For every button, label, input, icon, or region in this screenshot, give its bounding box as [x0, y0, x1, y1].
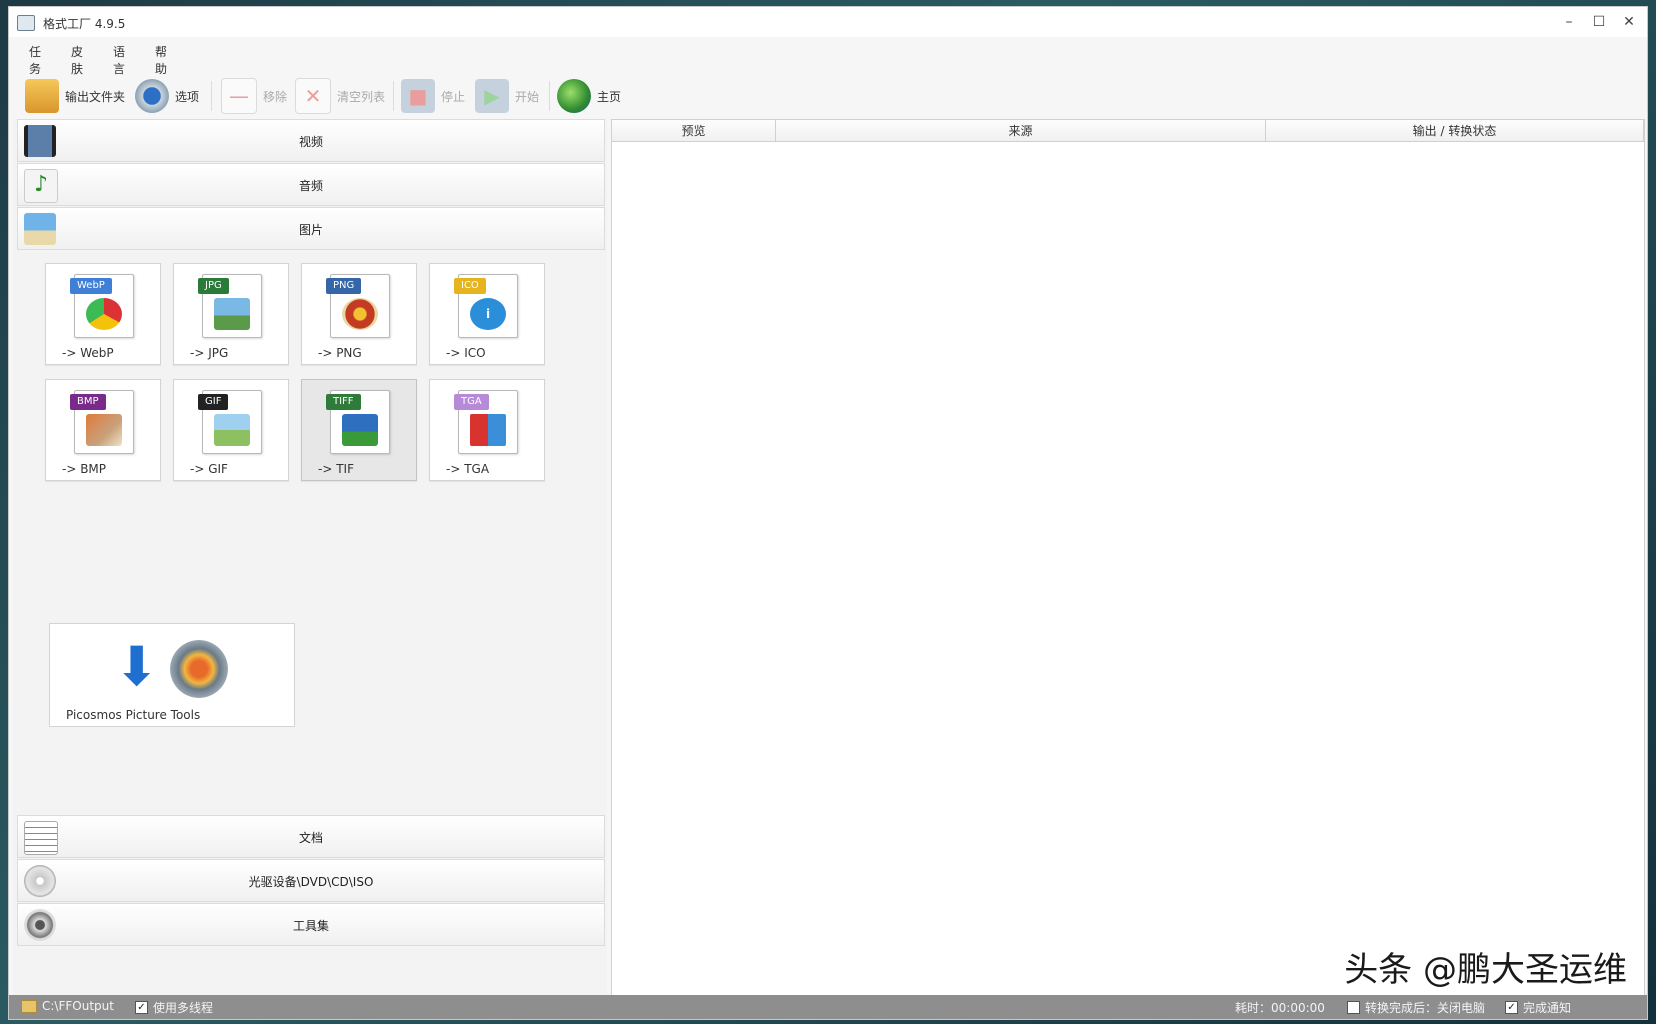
clear-list-icon: ✕: [295, 78, 331, 114]
convert-tif-tile[interactable]: TIFF -> TIF: [301, 379, 417, 481]
start-button[interactable]: ▶ 开始: [475, 77, 539, 115]
column-preview[interactable]: 预览: [612, 120, 776, 142]
folder-icon: [21, 999, 37, 1013]
picosmos-picture-tools-tile[interactable]: ⬇ Picosmos Picture Tools: [49, 623, 295, 727]
landscape-icon: [214, 414, 250, 446]
category-image[interactable]: 图片: [17, 207, 605, 250]
tga-badge: TGA: [454, 394, 489, 410]
tiff-badge: TIFF: [326, 394, 361, 410]
jpg-badge: JPG: [198, 278, 229, 294]
app-icon: [17, 15, 35, 31]
ico-badge: ICO: [454, 278, 486, 294]
convert-webp-tile[interactable]: WebP -> WebP: [45, 263, 161, 365]
webp-badge: WebP: [70, 278, 112, 294]
info-icon: i: [470, 298, 506, 330]
task-list[interactable]: 预览 来源 输出 / 转换状态: [611, 119, 1645, 997]
toolbar: 输出文件夹 选项 — 移除 ✕ 清空列表 ■ 停止 ▶ 开始 主页: [9, 71, 1647, 123]
gear-icon: [170, 640, 228, 698]
category-audio[interactable]: ♪ 音频: [17, 163, 605, 206]
convert-ico-tile[interactable]: ICO i -> ICO: [429, 263, 545, 365]
category-disc[interactable]: 光驱设备\DVD\CD\ISO: [17, 859, 605, 902]
multithread-toggle[interactable]: ✓ 使用多线程: [135, 999, 213, 1016]
elapsed-time: 耗时：00:00:00: [1235, 1001, 1325, 1015]
folder-icon: [25, 79, 59, 113]
window-title: 格式工厂 4.9.5: [43, 17, 126, 31]
download-arrow-icon: ⬇: [114, 635, 160, 698]
landscape-icon: [214, 298, 250, 330]
output-folder-button[interactable]: 输出文件夹: [25, 77, 125, 115]
stop-icon: ■: [401, 79, 435, 113]
convert-tga-tile[interactable]: TGA -> TGA: [429, 379, 545, 481]
shapes-icon: [470, 414, 506, 446]
convert-bmp-tile[interactable]: BMP -> BMP: [45, 379, 161, 481]
status-bar: C:\FFOutput ✓ 使用多线程 耗时：00:00:00 转换完成后：关闭…: [9, 995, 1647, 1019]
output-path-status[interactable]: C:\FFOutput: [21, 999, 114, 1013]
gif-badge: GIF: [198, 394, 229, 410]
app-window: 格式工厂 4.9.5 – ☐ ✕ 任务 皮肤 语言 帮助 输出文件夹 选项 — …: [8, 6, 1648, 1020]
bmp-badge: BMP: [70, 394, 106, 410]
paint-icon: [86, 414, 122, 446]
column-source[interactable]: 来源: [776, 120, 1266, 142]
remove-button[interactable]: — 移除: [221, 77, 287, 115]
notify-toggle[interactable]: ✓ 完成通知: [1505, 999, 1571, 1016]
chrome-icon: [86, 298, 122, 330]
checkbox-checked-icon: ✓: [1505, 1001, 1518, 1014]
maximize-icon[interactable]: ☐: [1587, 12, 1611, 32]
close-icon[interactable]: ✕: [1617, 12, 1641, 32]
gear-icon: [135, 79, 169, 113]
watermark-text: 头条 @鹏大圣运维: [1344, 950, 1627, 990]
globe-icon: [557, 79, 591, 113]
clear-list-button[interactable]: ✕ 清空列表: [295, 77, 385, 115]
checkbox-unchecked-icon: [1347, 1001, 1360, 1014]
remove-icon: —: [221, 78, 257, 114]
home-button[interactable]: 主页: [557, 77, 621, 115]
flower-icon: [342, 298, 378, 330]
start-icon: ▶: [475, 79, 509, 113]
category-tools[interactable]: 工具集: [17, 903, 605, 946]
convert-jpg-tile[interactable]: JPG -> JPG: [173, 263, 289, 365]
title-bar: 格式工厂 4.9.5 – ☐ ✕: [9, 7, 1647, 37]
landscape-icon: [342, 414, 378, 446]
convert-png-tile[interactable]: PNG -> PNG: [301, 263, 417, 365]
minimize-icon[interactable]: –: [1557, 12, 1581, 32]
after-convert-toggle[interactable]: 转换完成后：关闭电脑: [1347, 999, 1485, 1016]
category-video[interactable]: 视频: [17, 119, 605, 162]
category-pane: 视频 ♪ 音频 图片 WebP -> WebP JPG -> JPG PNG -…: [13, 119, 607, 997]
convert-gif-tile[interactable]: GIF -> GIF: [173, 379, 289, 481]
png-badge: PNG: [326, 278, 362, 294]
category-document[interactable]: 文档: [17, 815, 605, 858]
stop-button[interactable]: ■ 停止: [401, 77, 465, 115]
options-button[interactable]: 选项: [135, 77, 199, 115]
checkbox-checked-icon: ✓: [135, 1001, 148, 1014]
column-output-status[interactable]: 输出 / 转换状态: [1266, 120, 1644, 142]
